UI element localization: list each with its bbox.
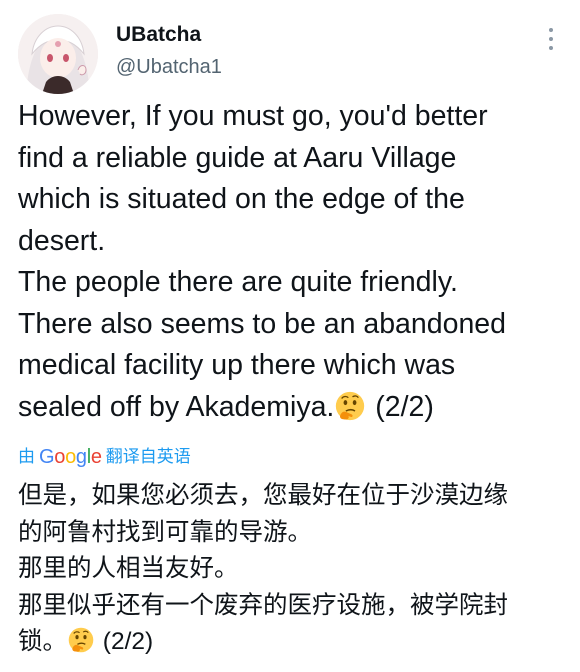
more-dot <box>549 37 553 41</box>
tweet-line: However, If you must go, you'd better <box>18 100 488 132</box>
thinking-face-icon <box>68 627 94 653</box>
display-name[interactable]: UBatcha <box>116 22 222 48</box>
google-letter: o <box>65 446 76 468</box>
translation-line: 但是，如果您必须去，您最好在位于沙漠边缘 <box>18 482 508 509</box>
google-logo: Google <box>39 443 102 471</box>
tweet-line: The people there are quite friendly. <box>18 266 458 298</box>
translation-line-text: 锁。 <box>18 628 67 655</box>
google-letter: o <box>54 446 66 468</box>
google-letter: e <box>90 446 102 468</box>
avatar-image <box>18 14 98 94</box>
translation-part-label: (2/2) <box>96 628 154 655</box>
tweet-line: medical facility up there which was <box>18 349 456 381</box>
thinking-face-icon <box>336 391 365 420</box>
tweet-line-text: sealed off by Akademiya. <box>18 390 335 423</box>
tweet-header: UBatcha @Ubatcha1 <box>18 14 562 94</box>
translation-line: 的阿鲁村找到可靠的导游。 <box>18 518 312 546</box>
tweet-text: However, If you must go, you'd better fi… <box>18 96 570 428</box>
tweet-line: desert. <box>18 224 106 257</box>
translation-text: 但是，如果您必须去，您最好在位于沙漠边缘 的阿鲁村找到可靠的导游。 那里的人相当… <box>18 478 570 661</box>
translation-line: 那里似乎还有一个废弃的医疗设施，被学院封 <box>18 591 508 619</box>
more-dot <box>549 28 553 32</box>
tweet-part-label: (2/2) <box>367 390 434 423</box>
translated-by-google[interactable]: 由 Google 翻译自英语 <box>18 443 191 471</box>
user-handle[interactable]: @Ubatcha1 <box>116 54 222 80</box>
translated-by-suffix: 翻译自英语 <box>105 447 191 466</box>
avatar[interactable] <box>18 14 98 94</box>
translation-line: 那里的人相当友好。 <box>18 555 239 582</box>
google-letter: g <box>75 446 87 468</box>
google-letter: G <box>39 446 55 468</box>
tweet-line: find a reliable guide at Aaru Village <box>18 141 457 174</box>
tweet-line: which is situated on the edge of the <box>18 183 465 215</box>
tweet-line-last: sealed off by Akademiya. (2/2) <box>18 387 570 429</box>
translated-by-prefix: 由 <box>18 447 35 466</box>
translation-line-last: 锁。 (2/2) <box>18 624 570 661</box>
author-names: UBatcha @Ubatcha1 <box>116 22 222 80</box>
more-dot <box>549 46 553 50</box>
tweet-line: There also seems to be an abandoned <box>18 307 507 340</box>
more-options-icon[interactable] <box>540 22 562 56</box>
